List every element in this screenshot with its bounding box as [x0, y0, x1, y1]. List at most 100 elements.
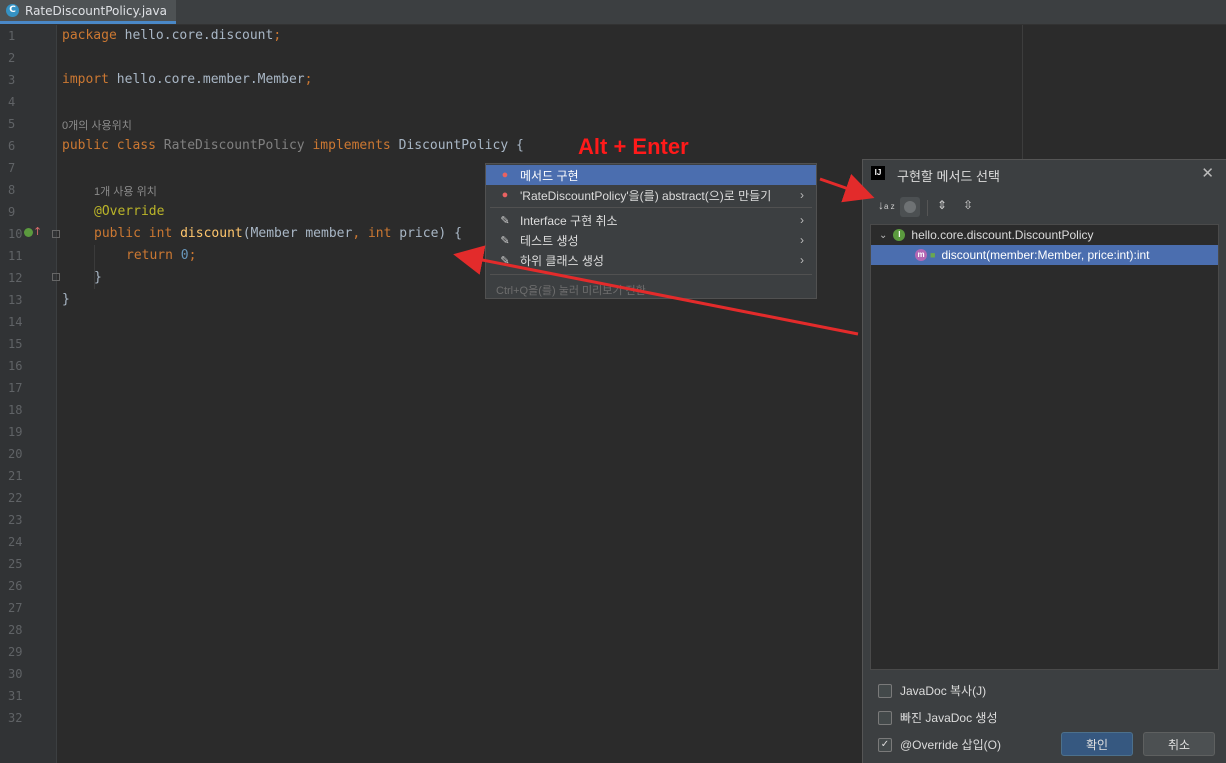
pencil-icon: ✎ — [500, 214, 510, 227]
fold-icon[interactable] — [52, 273, 60, 281]
line-number: 22 — [8, 491, 23, 505]
intention-actions-popup: ● 메서드 구현 ● 'RateDiscountPolicy'을(를) abst… — [485, 163, 817, 299]
line-number: 14 — [8, 315, 23, 329]
class-name: RateDiscountPolicy — [155, 138, 313, 153]
code-line-10[interactable]: } — [94, 270, 102, 285]
code-line-9[interactable]: return 0; — [126, 248, 196, 263]
implement-marker-icon[interactable]: ↑ — [24, 225, 42, 240]
tab-rate-discount-policy[interactable]: C RateDiscountPolicy.java — [0, 0, 176, 24]
popup-item-create-test[interactable]: ✎ 테스트 생성 › — [486, 230, 816, 250]
tab-label: RateDiscountPolicy.java — [25, 3, 167, 18]
chevron-right-icon: › — [800, 253, 804, 267]
intellij-logo-icon: IJ — [871, 166, 885, 180]
param: (Member member — [242, 226, 353, 241]
line-number: 16 — [8, 359, 23, 373]
chevron-down-icon[interactable]: ⌄ — [879, 230, 887, 241]
interface-name: DiscountPolicy { — [390, 138, 524, 153]
checkbox-box[interactable] — [878, 683, 892, 698]
bulb-icon: ● — [501, 189, 509, 201]
line-number: 12 — [8, 271, 23, 285]
tree-node-label: discount(member:Member, price:int):int — [941, 248, 1150, 262]
chevron-right-icon: › — [800, 213, 804, 227]
usage-hint-class[interactable]: 0개의 사용위치 — [62, 117, 132, 133]
java-class-icon: C — [6, 4, 19, 17]
keyword: public class — [62, 138, 156, 153]
line-number: 24 — [8, 535, 23, 549]
keyword: return — [126, 248, 173, 263]
collapse-all-icon[interactable]: ⇳ — [963, 198, 973, 212]
line-number: 17 — [8, 381, 23, 395]
usage-hint-method[interactable]: 1개 사용 위치 — [94, 183, 157, 199]
line-number: 25 — [8, 557, 23, 571]
popup-item-make-abstract[interactable]: ● 'RateDiscountPolicy'을(를) abstract(으)로 … — [486, 185, 816, 205]
popup-item-label: Interface 구현 취소 — [520, 213, 618, 228]
line-number: 32 — [8, 711, 23, 725]
toolbar-divider — [927, 200, 928, 216]
popup-item-label: 하위 클래스 생성 — [520, 253, 604, 268]
brace: } — [94, 270, 102, 285]
line-number: 23 — [8, 513, 23, 527]
methods-tree[interactable]: ⌄ I hello.core.discount.DiscountPolicy m… — [870, 224, 1219, 670]
import-name: hello.core.member.Member — [108, 72, 305, 87]
code-line-1[interactable]: package hello.core.discount; — [62, 28, 281, 43]
generate-javadoc-checkbox[interactable]: 빠진 JavaDoc 생성 — [878, 709, 998, 726]
method-name: discount — [172, 226, 243, 241]
line-number: 9 — [8, 205, 16, 219]
keyword: int — [367, 226, 392, 241]
annotation: @Override — [94, 204, 165, 219]
line-number: 21 — [8, 469, 23, 483]
popup-item-create-subclass[interactable]: ✎ 하위 클래스 생성 › — [486, 250, 816, 270]
line-number: 29 — [8, 645, 23, 659]
package-name: hello.core.discount — [116, 28, 274, 43]
expand-all-icon[interactable]: ⇕ — [937, 198, 947, 212]
popup-divider — [490, 207, 812, 208]
line-number: 4 — [8, 95, 16, 109]
checkbox-label: JavaDoc 복사(J) — [900, 684, 987, 698]
sort-alpha-icon[interactable]: ↓a z — [878, 198, 895, 212]
fold-icon[interactable] — [52, 230, 60, 238]
chevron-right-icon: › — [800, 188, 804, 202]
line-number: 30 — [8, 667, 23, 681]
popup-divider — [490, 274, 812, 275]
chevron-right-icon: › — [800, 233, 804, 247]
popup-item-unimplement-interface[interactable]: ✎ Interface 구현 취소 › — [486, 210, 816, 230]
cancel-button[interactable]: 취소 — [1143, 732, 1215, 756]
semicolon: ; — [273, 28, 282, 43]
param: price) { — [391, 226, 462, 241]
line-number: 13 — [8, 293, 23, 307]
line-number: 8 — [8, 183, 16, 197]
code-line-7[interactable]: @Override — [94, 204, 164, 219]
choose-methods-dialog: IJ 구현할 메서드 선택 ✕ ↓a z ⇕ ⇳ ⌄ I hello.core.… — [862, 159, 1226, 763]
line-number: 19 — [8, 425, 23, 439]
code-line-8[interactable]: public int discount(Member member, int p… — [94, 226, 462, 241]
line-number: 1 — [8, 29, 16, 43]
bulb-icon: ● — [501, 169, 509, 181]
popup-item-label: 테스트 생성 — [520, 233, 579, 248]
popup-item-label: 메서드 구현 — [520, 168, 579, 183]
tree-node-label: hello.core.discount.DiscountPolicy — [911, 228, 1094, 242]
line-number: 6 — [8, 139, 16, 153]
tree-node-interface[interactable]: ⌄ I hello.core.discount.DiscountPolicy — [871, 225, 1218, 245]
comma: , — [352, 226, 368, 241]
tree-node-method[interactable]: m ■ discount(member:Member, price:int):i… — [871, 245, 1218, 265]
copy-javadoc-checkbox[interactable]: JavaDoc 복사(J) — [878, 682, 986, 699]
line-number: 5 — [8, 117, 16, 131]
show-classes-icon[interactable] — [900, 197, 920, 217]
checkbox-box[interactable] — [878, 710, 892, 725]
pencil-icon: ✎ — [500, 254, 510, 267]
popup-item-implement-methods[interactable]: ● 메서드 구현 — [486, 165, 816, 185]
insert-override-checkbox[interactable]: ✓ @Override 삽입(O) — [878, 736, 1001, 753]
brace: } — [62, 292, 70, 307]
code-line-11[interactable]: } — [62, 292, 70, 307]
line-number-gutter: 1 2 3 4 5 6 7 8 9 10 11 12 13 14 15 16 17 18 19 20 21 22 23 24 2… — [0, 25, 57, 763]
line-number: 31 — [8, 689, 23, 703]
check-icon[interactable]: ✓ — [878, 737, 892, 752]
public-access-icon: ■ — [930, 250, 936, 260]
code-line-5[interactable]: public class RateDiscountPolicy implemen… — [62, 138, 524, 153]
code-line-3[interactable]: import hello.core.member.Member; — [62, 72, 312, 87]
ok-button[interactable]: 확인 — [1061, 732, 1133, 756]
line-number: 11 — [8, 249, 23, 263]
checkbox-label: 빠진 JavaDoc 생성 — [900, 711, 998, 725]
close-icon[interactable]: ✕ — [1201, 164, 1214, 182]
semicolon: ; — [304, 72, 313, 87]
